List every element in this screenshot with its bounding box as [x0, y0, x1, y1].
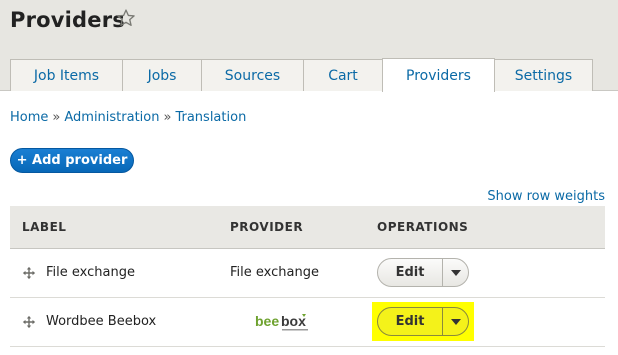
table-header-row: LABEL PROVIDER OPERATIONS [10, 206, 605, 249]
show-row-weights-link[interactable]: Show row weights [487, 189, 605, 204]
breadcrumb-translation[interactable]: Translation [175, 110, 246, 125]
drag-handle-icon[interactable] [22, 315, 36, 329]
operations-cell: Edit [365, 297, 605, 347]
tab-label: Providers [406, 67, 471, 84]
tab-cart[interactable]: Cart [303, 59, 383, 91]
beebox-logo-icon: bee box [255, 313, 308, 330]
tab-label: Jobs [147, 67, 177, 84]
beebox-logo-text: box [281, 313, 306, 329]
column-header-operations: OPERATIONS [365, 206, 605, 249]
operations-cell: Edit [365, 248, 605, 298]
tab-label: Settings [514, 67, 573, 84]
dropbutton-group: Edit [377, 258, 469, 287]
breadcrumb: Home» Administration» Translation [10, 110, 246, 125]
tab-label: Cart [328, 67, 358, 84]
provider-cell: File exchange [218, 248, 365, 298]
page-header: Providers Job Items Jobs Sources Cart Pr… [0, 0, 618, 92]
column-header-provider: PROVIDER [218, 206, 365, 249]
tab-providers[interactable]: Providers [382, 58, 495, 92]
operations-dropbutton: Edit [377, 258, 469, 287]
operations-dropbutton: Edit [372, 302, 474, 341]
provider-cell: bee box [218, 297, 365, 347]
row-label: Wordbee Beebox [46, 314, 157, 329]
table-row: File exchange File exchange Edit [10, 248, 605, 298]
star-icon[interactable] [116, 8, 136, 28]
tab-label: Job Items [33, 67, 100, 84]
tab-label: Sources [224, 67, 281, 84]
table-row: Wordbee Beebox bee box Edit [10, 297, 605, 347]
label-cell: Wordbee Beebox [10, 297, 218, 347]
tab-job-items[interactable]: Job Items [10, 59, 123, 91]
breadcrumb-separator: » [163, 110, 172, 125]
edit-button[interactable]: Edit [378, 259, 443, 286]
chevron-down-icon [450, 318, 461, 325]
page-title: Providers [10, 8, 125, 32]
breadcrumb-home[interactable]: Home [10, 110, 48, 125]
tab-jobs[interactable]: Jobs [122, 59, 202, 91]
beebox-logo-text: bee [255, 313, 279, 329]
breadcrumb-administration[interactable]: Administration [64, 110, 159, 125]
tab-bar: Job Items Jobs Sources Cart Providers Se… [10, 58, 593, 92]
dropbutton-toggle[interactable] [443, 259, 468, 286]
row-label: File exchange [46, 265, 135, 280]
drag-handle-icon[interactable] [22, 266, 36, 280]
label-cell: File exchange [10, 248, 218, 298]
providers-table: LABEL PROVIDER OPERATIONS File exchange … [10, 206, 605, 347]
chevron-down-icon [450, 269, 461, 276]
tab-sources[interactable]: Sources [201, 59, 304, 91]
column-header-label: LABEL [10, 206, 218, 249]
edit-button[interactable]: Edit [378, 308, 443, 335]
dropbutton-toggle[interactable] [443, 308, 468, 335]
tab-settings[interactable]: Settings [494, 59, 593, 91]
add-provider-button[interactable]: + Add provider [10, 148, 134, 173]
dropbutton-group: Edit [377, 307, 469, 336]
breadcrumb-separator: » [52, 110, 61, 125]
